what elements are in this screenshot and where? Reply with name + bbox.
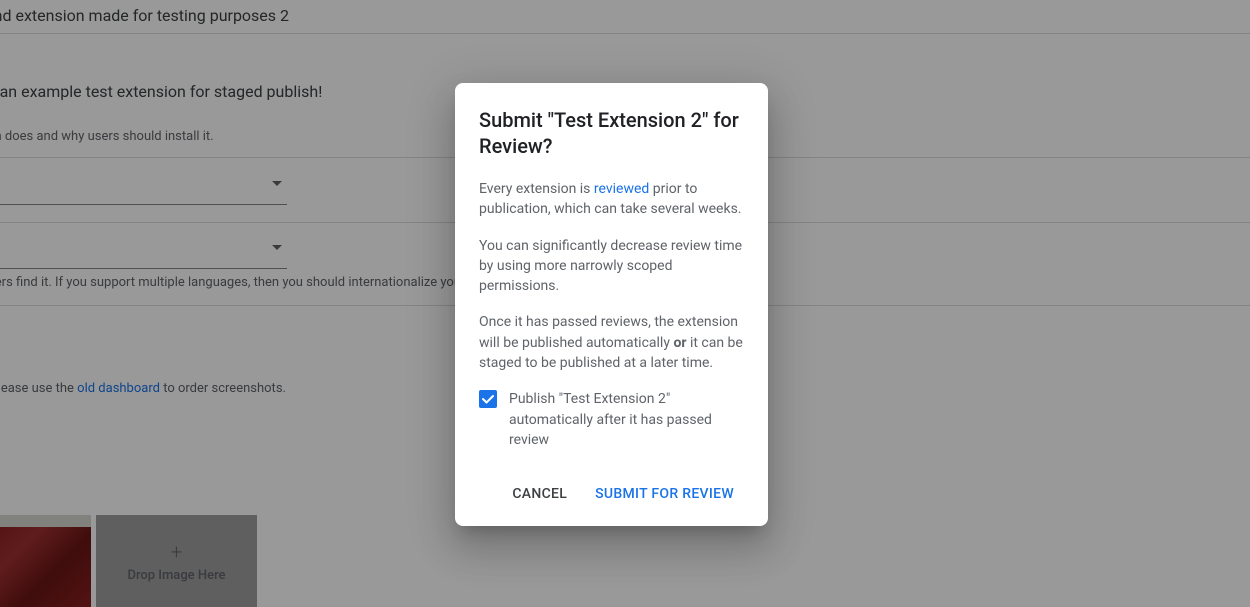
auto-publish-option: Publish "Test Extension 2" automatically… xyxy=(479,389,744,450)
dialog-paragraph-3: Once it has passed reviews, the extensio… xyxy=(479,312,744,373)
auto-publish-label: Publish "Test Extension 2" automatically… xyxy=(509,389,744,450)
check-icon xyxy=(481,392,495,406)
dialog-paragraph-1: Every extension is reviewed prior to pub… xyxy=(479,179,744,220)
auto-publish-checkbox[interactable] xyxy=(479,390,497,408)
dialog-title: Submit "Test Extension 2" for Review? xyxy=(479,107,744,159)
cancel-button[interactable]: CANCEL xyxy=(502,478,577,510)
dialog-body: Every extension is reviewed prior to pub… xyxy=(479,179,744,373)
dialog-paragraph-2: You can significantly decrease review ti… xyxy=(479,236,744,297)
reviewed-link[interactable]: reviewed xyxy=(594,181,649,197)
submit-review-dialog: Submit "Test Extension 2" for Review? Ev… xyxy=(455,83,768,526)
dialog-actions: CANCEL SUBMIT FOR REVIEW xyxy=(479,478,744,510)
submit-for-review-button[interactable]: SUBMIT FOR REVIEW xyxy=(585,478,744,510)
